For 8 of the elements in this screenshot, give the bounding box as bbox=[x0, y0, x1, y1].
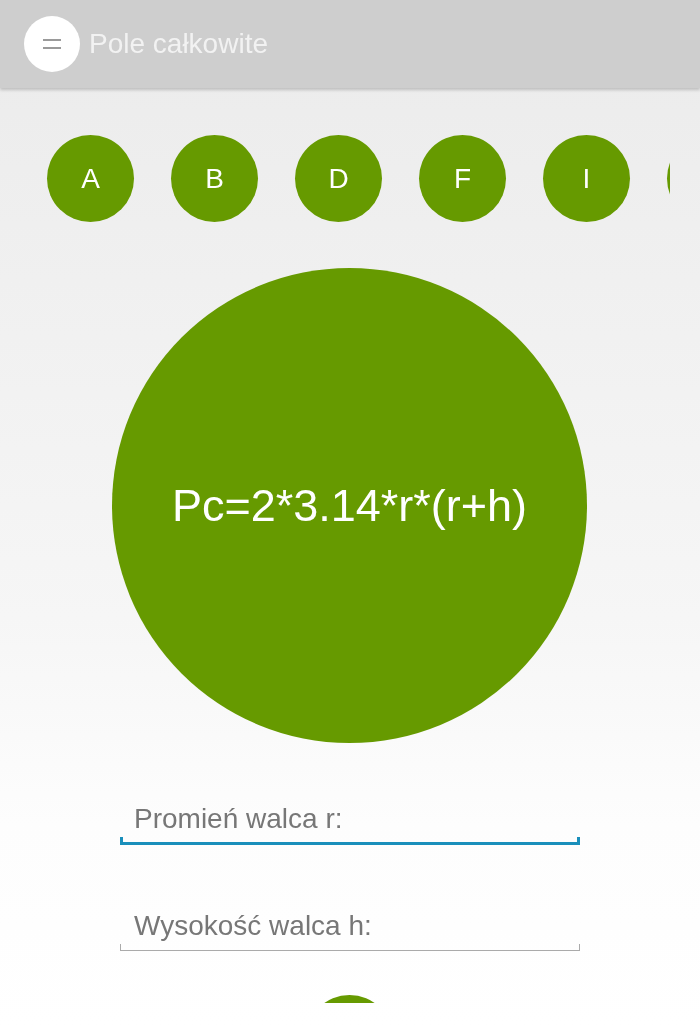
letter-button[interactable]: I bbox=[543, 135, 630, 222]
menu-button[interactable] bbox=[24, 16, 80, 72]
letter-button[interactable]: F bbox=[419, 135, 506, 222]
formula-text: Pc=2*3.14*r*(r+h) bbox=[171, 479, 528, 532]
letter-button[interactable]: B bbox=[171, 135, 258, 222]
menu-icon bbox=[43, 39, 61, 49]
letter-button[interactable]: D bbox=[295, 135, 382, 222]
letter-button[interactable]: A bbox=[47, 135, 134, 222]
